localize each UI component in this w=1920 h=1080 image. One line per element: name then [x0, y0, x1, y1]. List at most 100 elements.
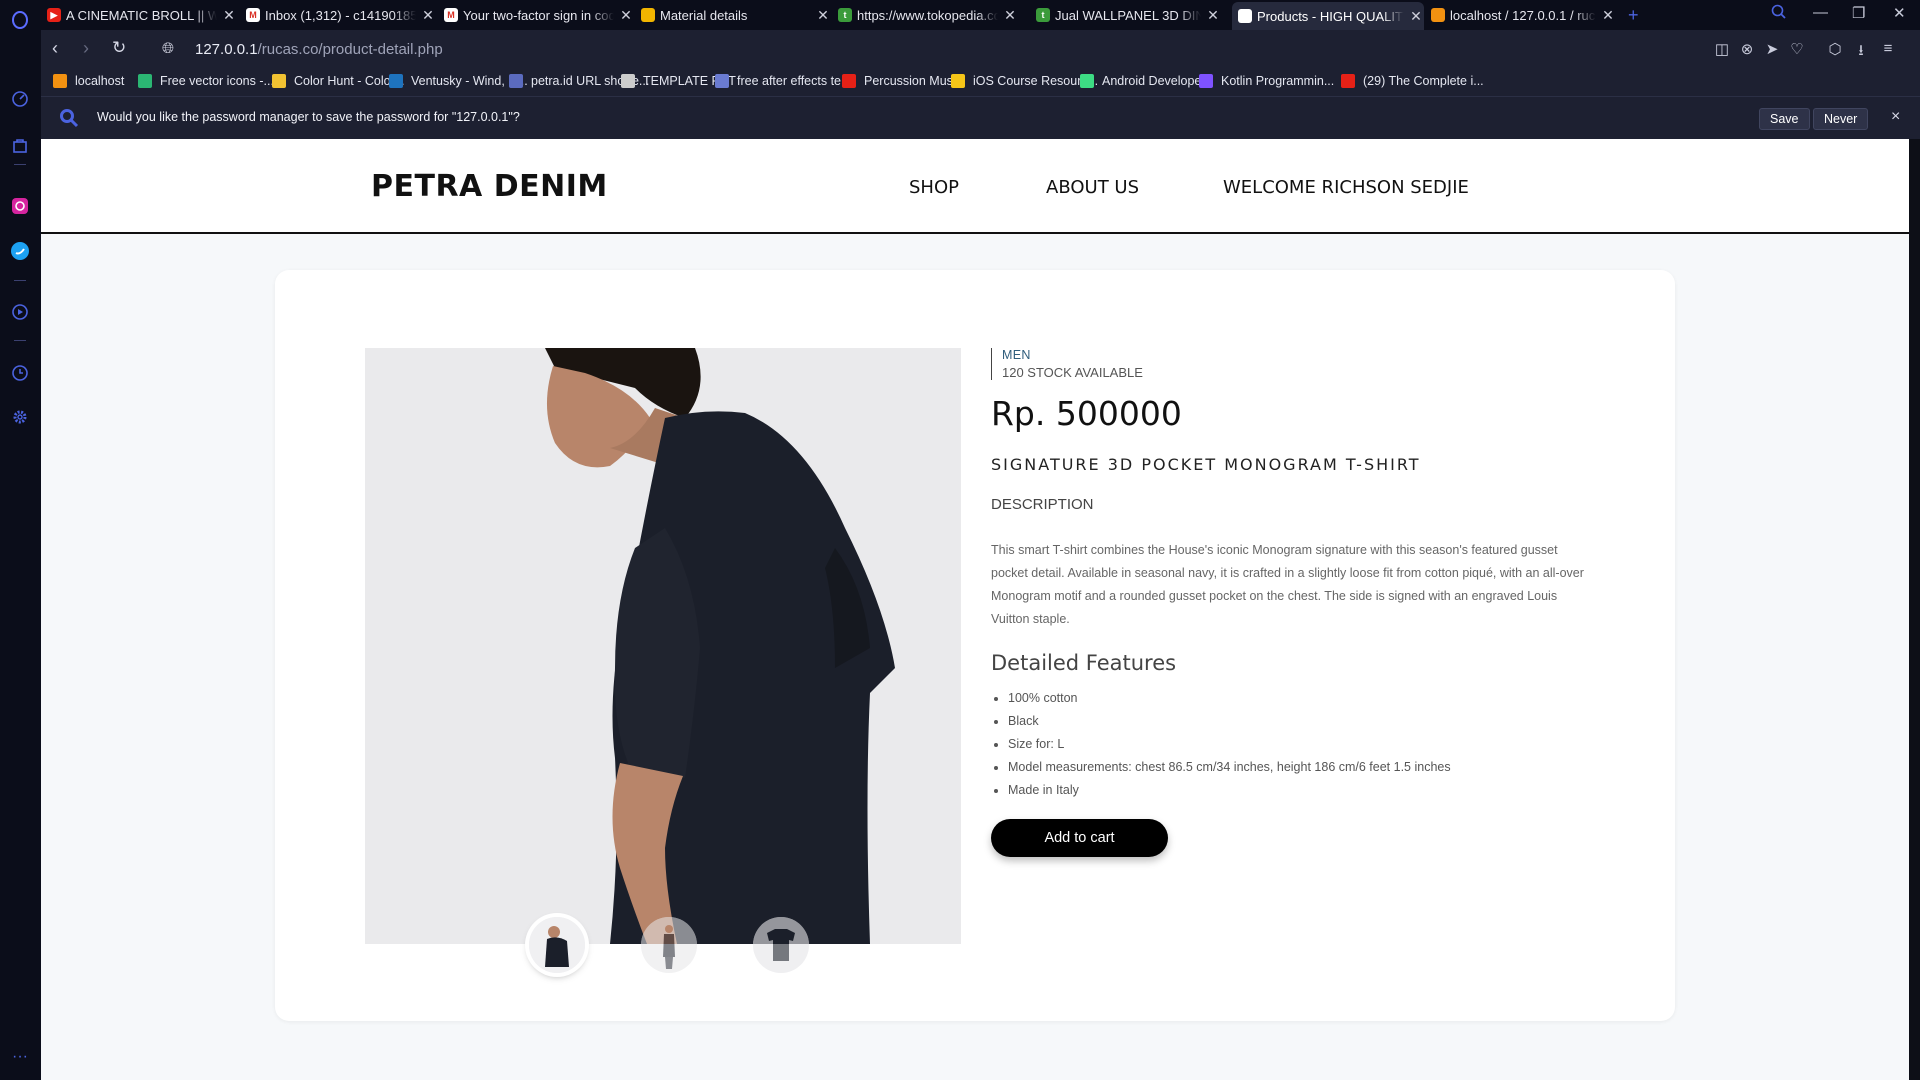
- bookmark-favicon-icon: [1080, 74, 1094, 88]
- restore-icon[interactable]: ❐: [1852, 4, 1865, 22]
- list-item: Made in Italy: [1008, 779, 1591, 802]
- thumbnail-3[interactable]: [753, 917, 809, 973]
- gmail-icon: M: [444, 8, 458, 22]
- category-block: MEN 120 STOCK AVAILABLE: [991, 348, 1591, 380]
- list-item: 100% cotton: [1008, 687, 1591, 710]
- close-prompt-icon[interactable]: ×: [1891, 108, 1900, 126]
- nav-shop-link[interactable]: SHOP: [909, 177, 959, 198]
- bookmark-item[interactable]: Percussion Music: [842, 74, 962, 88]
- tab-title: Inbox (1,312) - c14190185: [265, 7, 416, 23]
- bookmark-favicon-icon: [951, 74, 965, 88]
- bookmark-favicon-icon: [1341, 74, 1355, 88]
- never-save-button[interactable]: Never: [1813, 108, 1869, 130]
- send-icon[interactable]: ➤: [1763, 40, 1781, 58]
- key-search-icon: [59, 108, 79, 133]
- bookmark-favicon-icon: [842, 74, 856, 88]
- more-icon[interactable]: ···: [9, 1046, 31, 1068]
- url-path: /rucas.co/product-detail.php: [257, 41, 443, 58]
- cube-icon[interactable]: ⬡: [1826, 40, 1844, 58]
- address-bar: ‹ › ↻ 🌐︎ 127.0.0.1/rucas.co/product-deta…: [41, 30, 1920, 70]
- tab-youtube[interactable]: ▶ A CINEMATIC BROLL || Wor ✕: [47, 3, 237, 27]
- settings-gear-icon[interactable]: [9, 406, 31, 428]
- close-tab-icon[interactable]: ✕: [1408, 8, 1424, 25]
- bookmark-item[interactable]: Android Developers: [1080, 74, 1212, 88]
- tab-two-factor[interactable]: M Your two-factor sign in cod ✕: [444, 3, 634, 27]
- thumbnail-2[interactable]: [641, 917, 697, 973]
- opera-logo-icon[interactable]: [9, 9, 31, 31]
- tab-material-details[interactable]: Material details ✕: [641, 3, 831, 27]
- close-tab-icon[interactable]: ✕: [1205, 7, 1221, 24]
- instagram-icon[interactable]: [9, 195, 31, 217]
- product-info: MEN 120 STOCK AVAILABLE Rp. 500000 SIGNA…: [991, 348, 1591, 857]
- bookmark-item[interactable]: free after effects te...: [715, 74, 851, 88]
- reload-icon[interactable]: ↻: [112, 38, 126, 58]
- tab-products-active[interactable]: Products - HIGH QUALITY ✕: [1232, 2, 1424, 30]
- close-tab-icon[interactable]: ✕: [221, 7, 237, 24]
- bookmark-item[interactable]: Color Hunt - Color...: [272, 74, 404, 88]
- forward-icon[interactable]: ›: [83, 38, 89, 59]
- tab-title: localhost / 127.0.0.1 / ruca: [1450, 7, 1596, 23]
- tab-strip: ▶ A CINEMATIC BROLL || Wor ✕ M Inbox (1,…: [41, 0, 1920, 30]
- download-icon[interactable]: ⭳: [1852, 40, 1870, 59]
- bookmark-favicon-icon: [1199, 74, 1213, 88]
- tab-tokopedia[interactable]: t https://www.tokopedia.com ✕: [838, 3, 1018, 27]
- nav-about-link[interactable]: ABOUT US: [1046, 177, 1139, 198]
- list-item: Model measurements: chest 86.5 cm/34 inc…: [1008, 756, 1591, 779]
- tab-inbox[interactable]: M Inbox (1,312) - c14190185 ✕: [246, 3, 436, 27]
- camera-icon[interactable]: ◫: [1713, 40, 1731, 58]
- tab-title: Material details: [660, 7, 748, 23]
- tab-title: Jual WALLPANEL 3D DINDI: [1055, 7, 1201, 23]
- adblock-icon[interactable]: ⊗: [1738, 40, 1756, 58]
- list-item: Size for: L: [1008, 733, 1591, 756]
- shopping-bag-icon[interactable]: [9, 134, 31, 156]
- bookmark-item[interactable]: (29) The Complete i...: [1341, 74, 1484, 88]
- bookmark-favicon-icon: [389, 74, 403, 88]
- page-icon: [1238, 9, 1252, 23]
- features-heading: Detailed Features: [991, 651, 1177, 675]
- password-prompt-text: Would you like the password manager to s…: [97, 110, 520, 124]
- site-header: PETRA DENIM SHOP ABOUT US WELCOME RICHSO…: [41, 139, 1909, 234]
- tokopedia-icon: t: [838, 8, 852, 22]
- history-icon[interactable]: [9, 362, 31, 384]
- close-tab-icon[interactable]: ✕: [1002, 7, 1018, 24]
- close-window-icon[interactable]: ✕: [1893, 4, 1906, 22]
- tab-wallpanel[interactable]: t Jual WALLPANEL 3D DINDI ✕: [1036, 3, 1221, 27]
- bookmark-label: Color Hunt - Color...: [294, 74, 405, 88]
- player-icon[interactable]: [9, 301, 31, 323]
- product-card: MEN 120 STOCK AVAILABLE Rp. 500000 SIGNA…: [275, 270, 1675, 1021]
- back-icon[interactable]: ‹: [52, 38, 58, 59]
- bookmark-item[interactable]: Free vector icons -...: [138, 74, 274, 88]
- site-logo[interactable]: PETRA DENIM: [371, 169, 608, 204]
- add-to-cart-button[interactable]: Add to cart: [991, 819, 1168, 857]
- close-tab-icon[interactable]: ✕: [618, 7, 634, 24]
- product-description: This smart T-shirt combines the House's …: [991, 543, 1584, 626]
- url-field[interactable]: 127.0.0.1/rucas.co/product-detail.php: [195, 41, 443, 58]
- bookmark-label: localhost: [75, 74, 125, 88]
- thumbnail-1[interactable]: [529, 917, 585, 973]
- nav-user-link[interactable]: WELCOME RICHSON SEDJIE: [1223, 177, 1469, 198]
- bookmark-item[interactable]: Kotlin Programmin...: [1199, 74, 1334, 88]
- new-tab-button[interactable]: +: [1628, 3, 1648, 27]
- bookmark-item[interactable]: Ventusky - Wind, R...: [389, 74, 528, 88]
- close-tab-icon[interactable]: ✕: [815, 7, 831, 24]
- bookmark-item[interactable]: localhost: [53, 74, 124, 88]
- easy-setup-icon[interactable]: ≡: [1879, 40, 1897, 58]
- speed-dial-icon[interactable]: [9, 88, 31, 110]
- twitter-icon[interactable]: [9, 240, 31, 262]
- close-tab-icon[interactable]: ✕: [420, 7, 436, 24]
- tab-phpmyadmin[interactable]: localhost / 127.0.0.1 / ruca ✕: [1431, 3, 1616, 27]
- bookmark-label: free after effects te...: [737, 74, 852, 88]
- search-tabs-icon[interactable]: [1771, 4, 1787, 24]
- bookmark-item[interactable]: iOS Course Resourc...: [951, 74, 1098, 88]
- save-password-button[interactable]: Save: [1759, 108, 1810, 130]
- site-info-globe-icon[interactable]: 🌐︎: [162, 40, 174, 57]
- heart-icon[interactable]: ♡: [1788, 40, 1806, 58]
- description-heading: DESCRIPTION: [991, 496, 1094, 513]
- slides-icon: [641, 8, 655, 22]
- features-list: 100% cotton Black Size for: L Model meas…: [991, 687, 1591, 802]
- bookmark-favicon-icon: [715, 74, 729, 88]
- minimize-icon[interactable]: —: [1813, 4, 1828, 21]
- product-category[interactable]: MEN: [1002, 348, 1591, 362]
- url-host: 127.0.0.1: [195, 41, 258, 58]
- close-tab-icon[interactable]: ✕: [1600, 7, 1616, 24]
